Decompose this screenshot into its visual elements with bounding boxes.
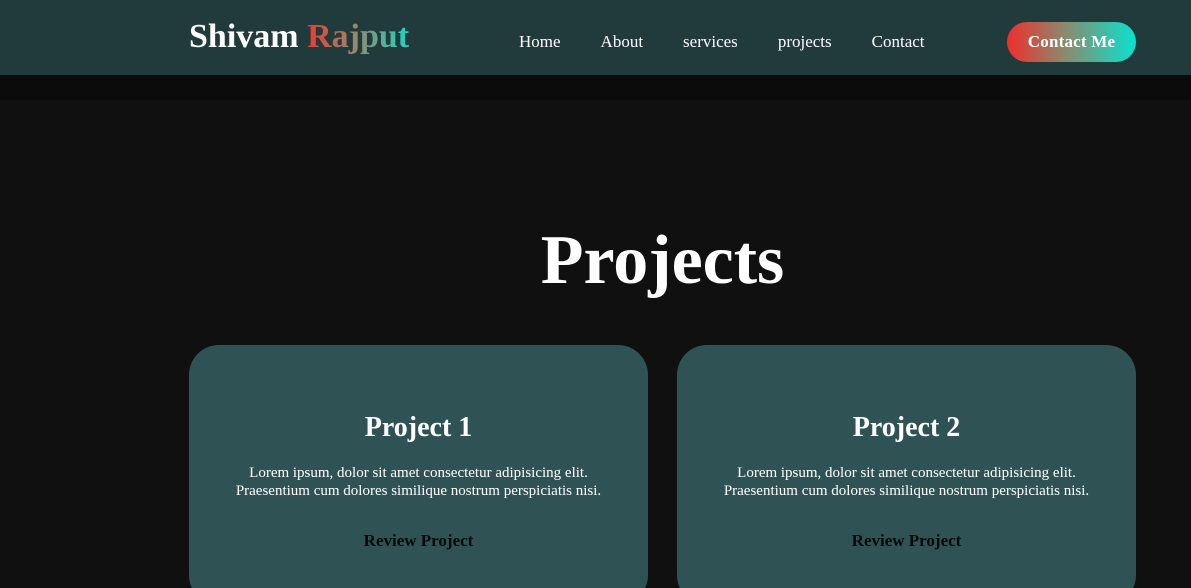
site-logo[interactable]: Shivam Rajput: [189, 20, 409, 54]
description-line: Lorem ipsum, dolor sit amet consectetur …: [737, 465, 1076, 481]
review-project-link[interactable]: Review Project: [677, 531, 1136, 551]
nav-link-contact[interactable]: Contact: [872, 31, 925, 52]
description-line: Praesentium cum dolores similique nostru…: [723, 483, 1090, 499]
review-project-link[interactable]: Review Project: [189, 531, 648, 551]
navbar: Shivam Rajput Home About services projec…: [0, 0, 1191, 75]
projects-heading: Projects: [540, 222, 785, 299]
description-line: Lorem ipsum, dolor sit amet consectetur …: [249, 465, 588, 481]
header-shadow-strip: [0, 75, 1191, 100]
project-card-title: Project 2: [852, 412, 961, 443]
logo-first-name: Shivam: [189, 18, 299, 55]
project-card: Project 1 Lorem ipsum, dolor sit amet co…: [189, 345, 648, 588]
project-card-description: Lorem ipsum, dolor sit amet consectetur …: [677, 464, 1136, 500]
nav-link-about[interactable]: About: [601, 31, 644, 52]
project-card-description: Lorem ipsum, dolor sit amet consectetur …: [189, 464, 648, 500]
project-card: Project 2 Lorem ipsum, dolor sit amet co…: [677, 345, 1136, 588]
page: Shivam Rajput Home About services projec…: [0, 0, 1191, 588]
nav-link-services[interactable]: services: [683, 31, 738, 52]
project-card-title: Project 1: [364, 412, 473, 443]
nav-menu: Home About services projects Contact: [519, 31, 925, 52]
logo-last-name: Rajput: [307, 18, 410, 55]
nav-link-projects[interactable]: projects: [778, 31, 832, 52]
nav-link-home[interactable]: Home: [519, 31, 561, 52]
description-line: Praesentium cum dolores similique nostru…: [235, 483, 602, 499]
contact-me-button[interactable]: Contact Me: [1007, 22, 1136, 62]
